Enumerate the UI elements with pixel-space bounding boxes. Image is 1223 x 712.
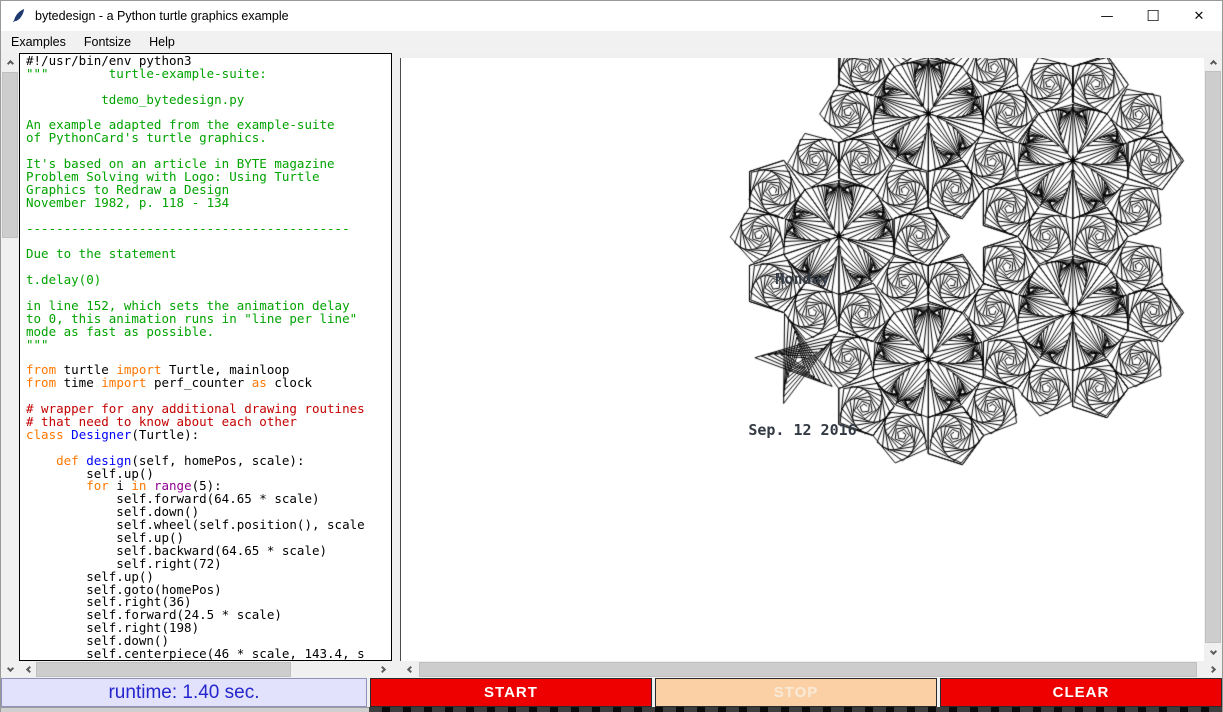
scroll-right-button[interactable]: [375, 661, 392, 678]
title-bar: bytedesign - a Python turtle graphics ex…: [1, 1, 1222, 31]
code-line: self.centerpiece(46 * scale, 143.4, s: [26, 648, 391, 661]
canvas-date-text: Sep. 12 2016: [401, 421, 1204, 439]
scroll-left-button[interactable]: [400, 661, 417, 678]
chevron-left-icon: [406, 666, 413, 673]
menu-help[interactable]: Help: [140, 33, 184, 51]
code-vscrollbar[interactable]: [1, 53, 19, 661]
bottom-bar: runtime: 1.40 sec. START STOP CLEAR: [1, 678, 1222, 707]
main-split: #!/usr/bin/env python3""" turtle-example…: [1, 53, 1222, 661]
code-line: """ turtle-example-suite:: [26, 68, 391, 81]
scroll-up-button[interactable]: [1, 53, 19, 70]
chevron-left-icon: [25, 666, 32, 673]
scroll-right-button[interactable]: [1205, 661, 1222, 678]
turtle-canvas-area: Monday Sep. 12 2016: [400, 58, 1204, 661]
code-line: of PythonCard's turtle graphics.: [26, 132, 391, 145]
chevron-up-icon: [1209, 59, 1216, 66]
maximize-button[interactable]: ☐: [1130, 1, 1176, 31]
code-vscroll-track[interactable]: [1, 70, 19, 661]
canvas-hscrollbar[interactable]: [400, 661, 1222, 678]
bottom-edge-right: [369, 707, 1222, 712]
start-button[interactable]: START: [370, 678, 652, 707]
code-line: from time import perf_counter as clock: [26, 377, 391, 390]
canvas-pane: Monday Sep. 12 2016: [400, 53, 1204, 661]
canvas-vscrollbar[interactable]: [1204, 53, 1222, 661]
chevron-down-icon: [6, 665, 13, 672]
code-line: """: [26, 339, 391, 352]
menu-examples[interactable]: Examples: [2, 33, 75, 51]
chevron-right-icon: [1208, 666, 1215, 673]
canvas-weekday-text: Monday: [401, 270, 1204, 288]
window-controls: — ☐ ✕: [1084, 1, 1222, 31]
code-hscroll-track[interactable]: [36, 661, 375, 678]
bytedesign-drawing: [401, 58, 1197, 661]
bottom-edge-left: [1, 707, 369, 712]
code-line: t.delay(0): [26, 274, 391, 287]
canvas-hscroll-track[interactable]: [417, 661, 1205, 678]
clear-button[interactable]: CLEAR: [940, 678, 1222, 707]
stop-button[interactable]: STOP: [655, 678, 937, 707]
code-hscroll-thumb[interactable]: [36, 662, 291, 677]
code-line: ----------------------------------------…: [26, 223, 391, 236]
code-line: Due to the statement: [26, 248, 391, 261]
scroll-left-button[interactable]: [19, 661, 36, 678]
code-vscroll-thumb[interactable]: [2, 72, 18, 238]
pane-sash-bottom: [392, 661, 400, 678]
menu-bar: Examples Fontsize Help: [1, 31, 1222, 53]
bottom-edge-strip: [1, 707, 1222, 712]
code-viewer[interactable]: #!/usr/bin/env python3""" turtle-example…: [19, 53, 392, 661]
code-line: November 1982, p. 118 - 134: [26, 197, 391, 210]
app-window: bytedesign - a Python turtle graphics ex…: [0, 0, 1223, 712]
hscroll-row: [1, 661, 1222, 678]
runtime-label: runtime: 1.40 sec.: [1, 678, 367, 707]
minimize-button[interactable]: —: [1084, 1, 1130, 31]
code-line: class Designer(Turtle):: [26, 429, 391, 442]
code-vscroll-down-button[interactable]: [1, 661, 19, 678]
code-line: tdemo_bytedesign.py: [26, 94, 391, 107]
code-hscrollbar[interactable]: [19, 661, 392, 678]
chevron-up-icon: [6, 59, 13, 66]
code-line: mode as fast as possible.: [26, 326, 391, 339]
pane-sash[interactable]: [392, 53, 400, 661]
canvas-hscroll-thumb[interactable]: [419, 662, 1197, 677]
window-title: bytedesign - a Python turtle graphics ex…: [35, 9, 289, 23]
chevron-right-icon: [378, 666, 385, 673]
feather-pen-icon: [11, 8, 27, 24]
menu-fontsize[interactable]: Fontsize: [75, 33, 140, 51]
scroll-up-button[interactable]: [1204, 53, 1222, 70]
close-button[interactable]: ✕: [1176, 1, 1222, 31]
canvas-vscroll-thumb[interactable]: [1205, 71, 1221, 643]
chevron-down-icon: [1209, 648, 1216, 655]
canvas-vscroll-track[interactable]: [1204, 70, 1222, 644]
scroll-down-button[interactable]: [1204, 644, 1222, 661]
